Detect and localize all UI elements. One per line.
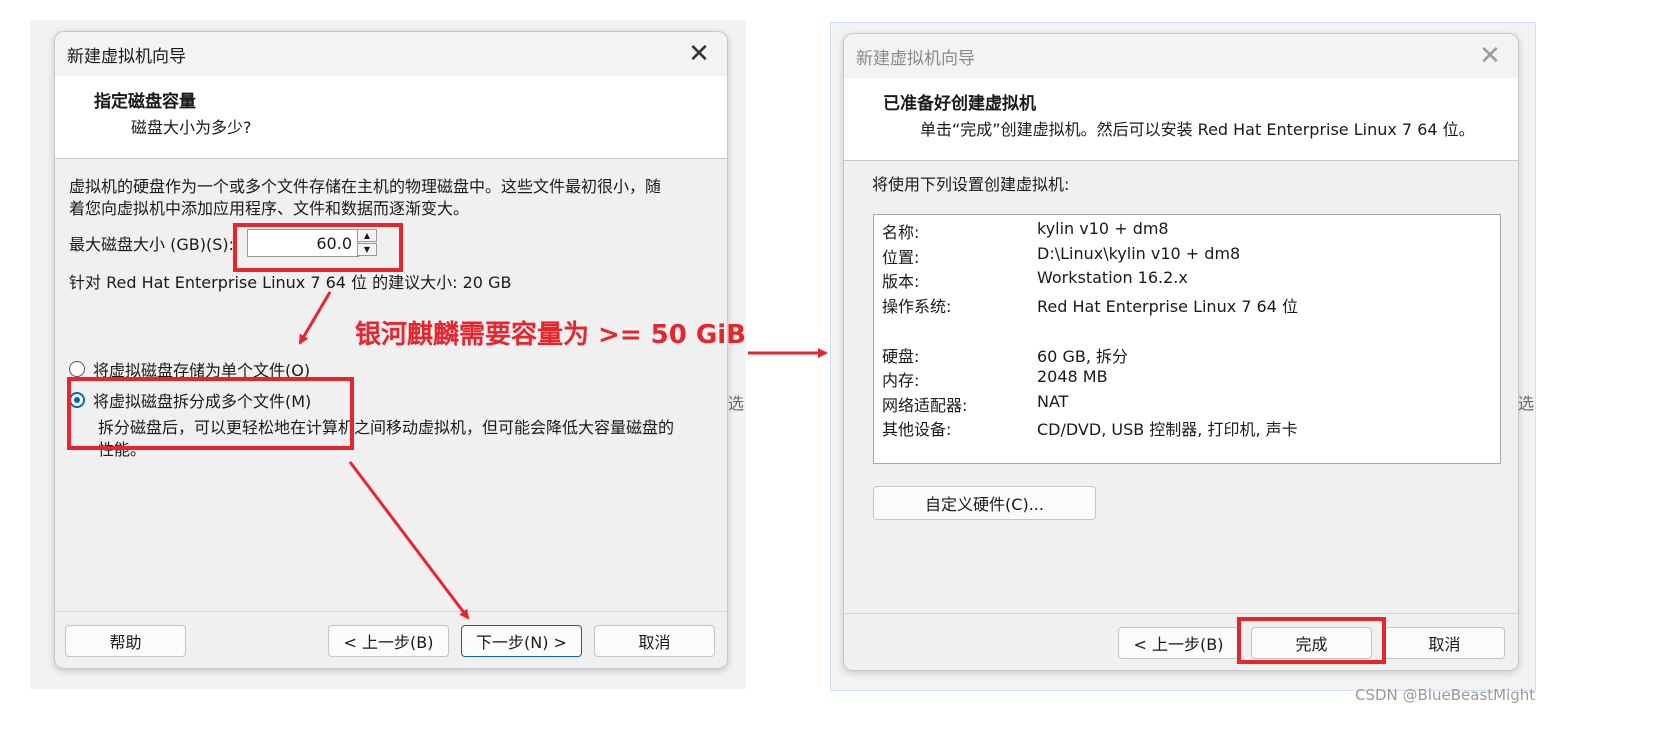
arrow-to-split-option: [298, 291, 332, 345]
watermark-text: CSDN @BlueBeastMight: [1355, 686, 1536, 704]
arrow-to-next-button: [348, 461, 470, 620]
annotation-arrows: [298, 291, 828, 620]
